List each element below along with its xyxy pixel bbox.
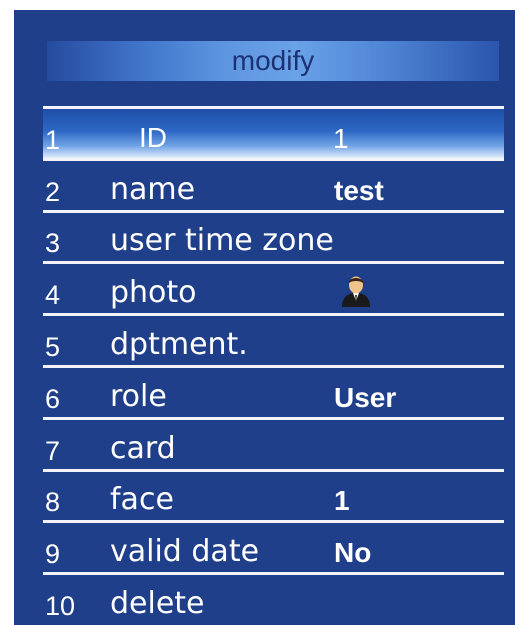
item-number: 2 [45, 176, 61, 207]
item-number: 1 [45, 124, 61, 155]
menu-item-user-time-zone[interactable]: 3 user time zone [43, 213, 504, 262]
item-number: 10 [45, 590, 76, 621]
item-value: test [334, 174, 384, 206]
item-label: role [110, 378, 167, 414]
item-value: No [334, 537, 372, 569]
menu-item-card[interactable]: 7 card [43, 420, 504, 469]
item-label: face [110, 482, 174, 518]
item-number: 6 [45, 383, 61, 414]
item-label: valid date [110, 534, 260, 570]
item-number: 7 [45, 435, 61, 466]
item-label: user time zone [110, 223, 334, 259]
item-number: 8 [45, 487, 61, 518]
item-label: delete [110, 585, 205, 621]
item-label: ID [139, 121, 167, 153]
title-bar: modify [47, 41, 499, 81]
menu-item-face[interactable]: 8 face 1 [43, 472, 504, 521]
item-value: User [334, 381, 397, 413]
item-number: 4 [45, 280, 61, 311]
item-number: 3 [45, 228, 61, 259]
menu-item-id[interactable]: 1 ID 1 [43, 109, 504, 158]
item-label: name [110, 171, 196, 207]
menu-item-role[interactable]: 6 role User [43, 368, 504, 417]
screen-title: modify [231, 45, 315, 76]
item-value: 1 [333, 122, 349, 154]
modify-screen: modify 1 ID 1 2 name test 3 user time zo… [14, 10, 515, 625]
menu-item-delete[interactable]: 10 delete [43, 575, 504, 624]
menu-item-valid-date[interactable]: 9 valid date No [43, 523, 504, 572]
menu-item-photo[interactable]: 4 photo [43, 264, 504, 313]
item-label: card [110, 430, 176, 466]
item-value: 1 [334, 485, 350, 517]
item-number: 9 [45, 539, 61, 570]
item-label: photo [110, 275, 197, 311]
user-photo-icon [342, 276, 370, 308]
item-label: dptment. [110, 326, 248, 362]
menu-list: 1 ID 1 2 name test 3 user time zone 4 ph… [43, 106, 504, 624]
item-number: 5 [45, 331, 61, 362]
menu-item-name[interactable]: 2 name test [43, 161, 504, 210]
menu-item-department[interactable]: 5 dptment. [43, 316, 504, 365]
